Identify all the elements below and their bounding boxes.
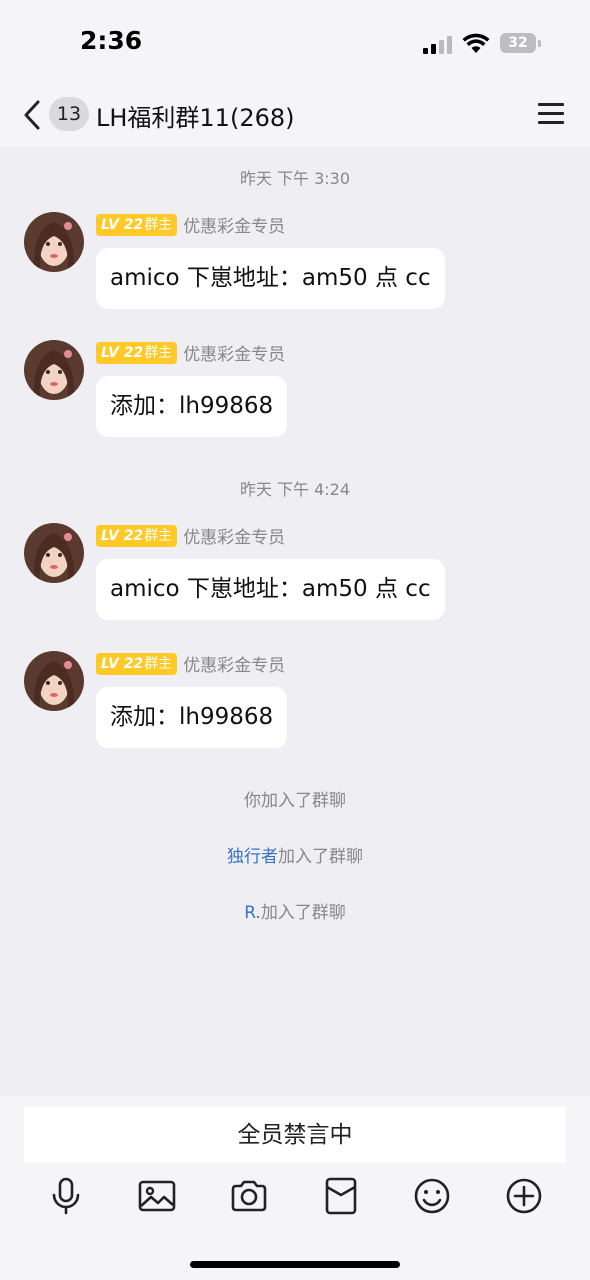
sender-meta: LV 22群主 优惠彩金专员 [96, 523, 286, 548]
emoji-icon[interactable] [412, 1176, 452, 1216]
sender-meta: LV 22群主 优惠彩金专员 [96, 340, 286, 365]
system-message-text: 加入了群聊 [278, 847, 363, 867]
member-title: 优惠彩金专员 [183, 345, 286, 365]
owner-badge: 群主 [142, 524, 178, 547]
image-icon[interactable] [137, 1176, 177, 1216]
message-bubble[interactable]: amico 下崽地址：am50 点 cc [96, 559, 445, 620]
level-badge: LV 22 [96, 213, 149, 236]
system-message: R.加入了群聊 [0, 898, 590, 923]
cellular-signal-icon [423, 34, 453, 54]
system-message: 独行者加入了群聊 [0, 842, 590, 867]
level-badge: LV 22 [96, 524, 149, 547]
member-title: 优惠彩金专员 [183, 217, 286, 237]
wifi-icon [462, 33, 490, 53]
plus-icon[interactable] [504, 1176, 544, 1216]
message-bubble[interactable]: amico 下崽地址：am50 点 cc [96, 248, 445, 309]
sender-meta: LV 22群主 优惠彩金专员 [96, 651, 286, 676]
menu-icon[interactable] [538, 102, 564, 126]
back-chevron-icon[interactable] [20, 98, 46, 132]
home-indicator[interactable] [190, 1261, 400, 1268]
red-envelope-icon[interactable] [321, 1176, 361, 1216]
unread-count-badge[interactable]: 13 [49, 97, 89, 131]
member-title: 优惠彩金专员 [183, 656, 286, 676]
microphone-icon[interactable] [46, 1176, 86, 1216]
chat-message: LV 22群主 优惠彩金专员 添加：lh99868 [0, 340, 590, 450]
battery-indicator: 32 [500, 33, 541, 53]
status-bar: 2:36 32 [0, 0, 590, 86]
member-title: 优惠彩金专员 [183, 528, 286, 548]
message-bubble[interactable]: 添加：lh99868 [96, 376, 288, 437]
message-bubble[interactable]: 添加：lh99868 [96, 687, 288, 748]
avatar[interactable] [24, 651, 84, 711]
owner-badge: 群主 [142, 213, 178, 236]
avatar[interactable] [24, 523, 84, 583]
system-message: 你加入了群聊 [0, 786, 590, 811]
camera-icon[interactable] [229, 1176, 269, 1216]
level-badge: LV 22 [96, 341, 149, 364]
chat-message: LV 22群主 优惠彩金专员 添加：lh99868 [0, 651, 590, 761]
member-name-link[interactable]: R. [244, 903, 261, 923]
input-panel: 全员禁言中 [0, 1096, 590, 1280]
chat-header: 13 LH福利群11(268) [0, 86, 590, 146]
avatar[interactable] [24, 212, 84, 272]
chat-title: LH福利群11(268) [96, 104, 295, 132]
system-message-text: 加入了群聊 [260, 903, 346, 923]
time-divider: 昨天 下午 3:30 [239, 169, 351, 188]
owner-badge: 群主 [142, 341, 178, 364]
member-name-link[interactable]: 独行者 [227, 847, 278, 867]
system-message-text: 你加入了群聊 [244, 791, 346, 811]
time-divider: 昨天 下午 4:24 [239, 480, 351, 499]
avatar[interactable] [24, 340, 84, 400]
chat-message: LV 22群主 优惠彩金专员 amico 下崽地址：am50 点 cc [0, 523, 590, 633]
status-time: 2:36 [80, 26, 143, 55]
owner-badge: 群主 [142, 652, 178, 675]
chat-message: LV 22群主 优惠彩金专员 amico 下崽地址：am50 点 cc [0, 212, 590, 322]
muted-input-bar: 全员禁言中 [24, 1107, 566, 1163]
sender-meta: LV 22群主 优惠彩金专员 [96, 212, 286, 237]
level-badge: LV 22 [96, 652, 149, 675]
